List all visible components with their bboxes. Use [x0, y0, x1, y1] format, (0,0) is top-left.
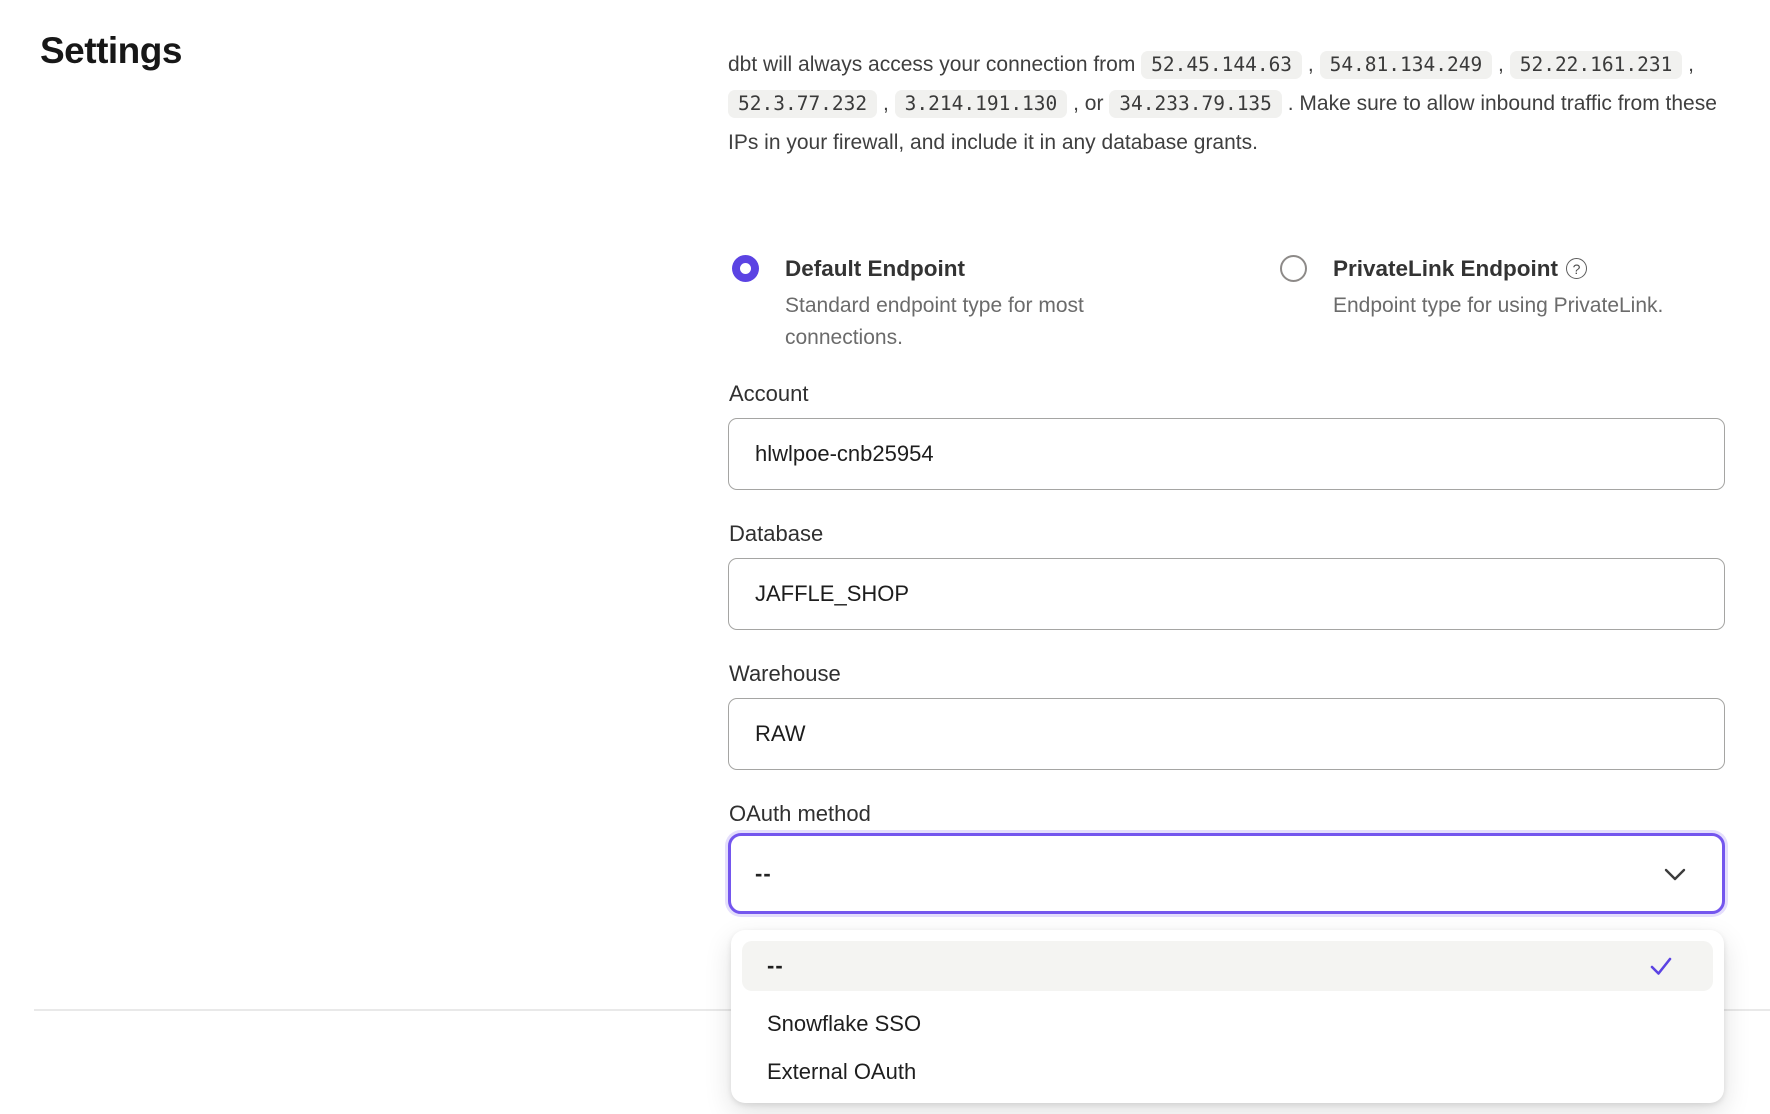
- ip-chip: 52.22.161.231: [1510, 51, 1683, 79]
- dropdown-option-none[interactable]: --: [742, 941, 1713, 991]
- radio-default-endpoint[interactable]: [732, 255, 759, 282]
- ip-chip: 34.233.79.135: [1109, 90, 1282, 118]
- page-title: Settings: [40, 30, 182, 72]
- oauth-method-select[interactable]: --: [728, 833, 1725, 914]
- oauth-selected-value: --: [755, 861, 772, 887]
- dropdown-option-external-oauth[interactable]: External OAuth: [731, 1049, 1724, 1095]
- endpoint-option-default[interactable]: Default Endpoint Standard endpoint type …: [732, 254, 1192, 354]
- account-input[interactable]: [728, 418, 1725, 490]
- account-label: Account: [729, 381, 809, 407]
- notice-intro: dbt will always access your connection f…: [728, 53, 1141, 76]
- ip-chip: 52.45.144.63: [1141, 51, 1302, 79]
- endpoint-description: Endpoint type for using PrivateLink.: [1333, 290, 1663, 322]
- ip-allowlist-notice: dbt will always access your connection f…: [728, 45, 1728, 162]
- ip-chip: 52.3.77.232: [728, 90, 877, 118]
- ip-chip: 3.214.191.130: [895, 90, 1068, 118]
- endpoint-label: PrivateLink Endpoint?: [1333, 254, 1663, 283]
- database-label: Database: [729, 521, 823, 547]
- oauth-method-dropdown: -- Snowflake SSO External OAuth: [731, 930, 1724, 1103]
- endpoint-description: Standard endpoint type for most connecti…: [785, 290, 1160, 354]
- chevron-down-icon: [1664, 868, 1686, 881]
- warehouse-label: Warehouse: [729, 661, 841, 687]
- endpoint-label: Default Endpoint: [785, 254, 1160, 283]
- help-icon[interactable]: ?: [1566, 258, 1587, 279]
- endpoint-option-privatelink[interactable]: PrivateLink Endpoint? Endpoint type for …: [1280, 254, 1730, 322]
- radio-privatelink-endpoint[interactable]: [1280, 255, 1307, 282]
- database-input[interactable]: [728, 558, 1725, 630]
- ip-chip: 54.81.134.249: [1320, 51, 1493, 79]
- settings-page: Settings dbt will always access your con…: [0, 0, 1770, 1114]
- dropdown-option-snowflake-sso[interactable]: Snowflake SSO: [731, 1001, 1724, 1047]
- check-icon: [1648, 953, 1674, 979]
- warehouse-input[interactable]: [728, 698, 1725, 770]
- oauth-method-label: OAuth method: [729, 801, 871, 827]
